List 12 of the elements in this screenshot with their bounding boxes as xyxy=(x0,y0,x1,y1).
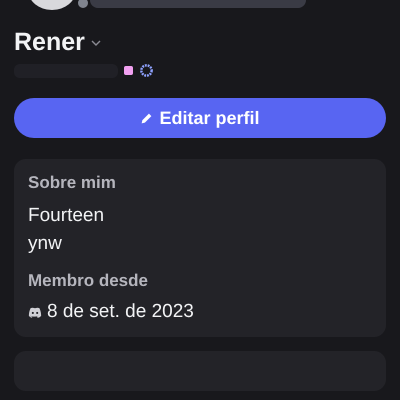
ring-badge-icon[interactable] xyxy=(139,63,154,78)
section-title: Sobre mim xyxy=(28,173,117,193)
display-name: Rener xyxy=(14,28,85,57)
nitro-badge-icon[interactable] xyxy=(124,66,133,75)
about-text: Fourteen xyxy=(28,205,106,227)
discord-logo-icon xyxy=(28,306,42,318)
member-date: 8 de set. de 2023 xyxy=(47,301,194,323)
section-title: Membro desde xyxy=(28,271,149,291)
edit-profile-button[interactable]: Editar perfil xyxy=(14,98,386,138)
pencil-icon xyxy=(140,112,154,124)
chevron-down-icon[interactable] xyxy=(90,40,101,46)
about-text: ynw xyxy=(28,233,63,255)
